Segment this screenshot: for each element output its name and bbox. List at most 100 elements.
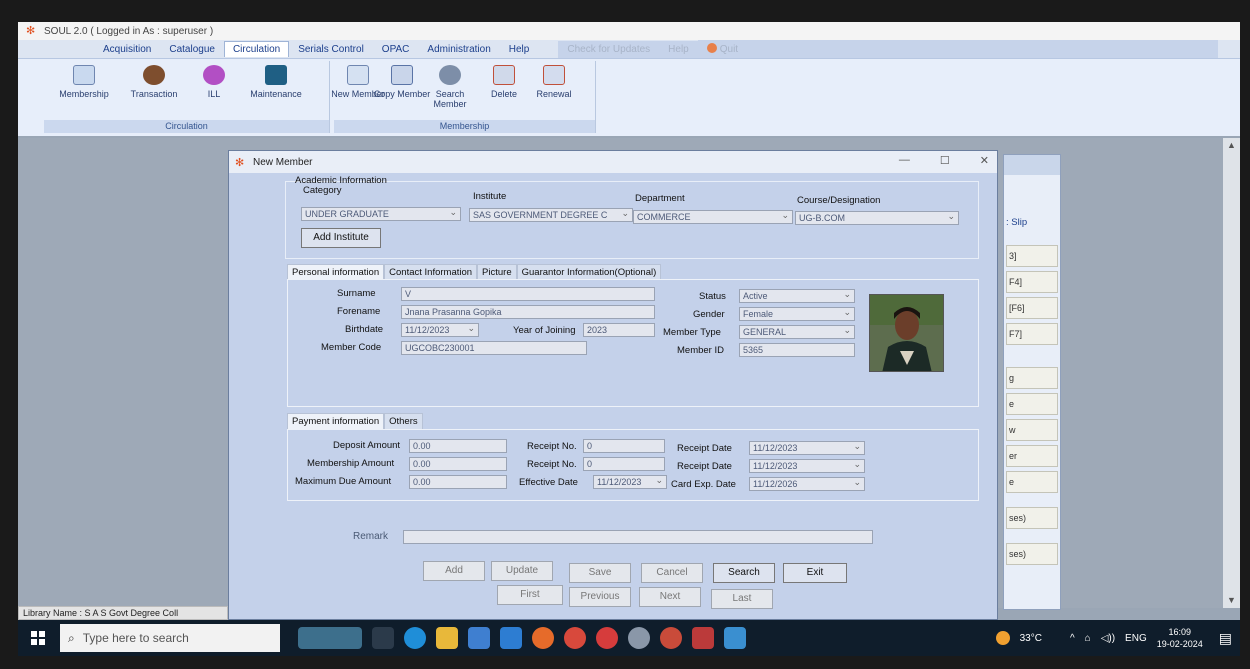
ill-button[interactable]: ILL bbox=[182, 65, 246, 99]
workspace-scrollbar[interactable]: ▲ ▼ bbox=[1223, 138, 1240, 608]
task-view-icon[interactable] bbox=[372, 627, 394, 649]
surname-input[interactable]: V bbox=[401, 287, 655, 301]
membership-amount-input[interactable]: 0.00 bbox=[409, 457, 507, 471]
dialog-minimize-icon[interactable]: — bbox=[899, 154, 910, 167]
menu-circulation[interactable]: Circulation bbox=[223, 41, 290, 57]
chrome-icon[interactable] bbox=[564, 627, 586, 649]
store-icon[interactable] bbox=[468, 627, 490, 649]
max-due-amount-input[interactable]: 0.00 bbox=[409, 475, 507, 489]
receipt-no-input[interactable]: 0 bbox=[583, 439, 665, 453]
next-button[interactable]: Next bbox=[639, 587, 701, 607]
search-icon: ⌕ bbox=[68, 630, 75, 645]
tray-chevron-icon[interactable]: ^ bbox=[1070, 633, 1075, 644]
bg-window-item[interactable]: g bbox=[1006, 367, 1058, 389]
bg-window-item[interactable]: w bbox=[1006, 419, 1058, 441]
taskbar-search-input[interactable]: ⌕ Type here to search bbox=[60, 624, 280, 652]
bg-window-item[interactable]: ses) bbox=[1006, 543, 1058, 565]
receipt-date-picker[interactable]: 11/12/2023 bbox=[749, 441, 865, 455]
status-select[interactable]: Active bbox=[739, 289, 855, 303]
maintenance-button[interactable]: Maintenance bbox=[244, 65, 308, 99]
ribbon: Membership Transaction ILL Maintenance C… bbox=[18, 58, 1240, 136]
membership-button[interactable]: Membership bbox=[52, 65, 116, 99]
tab-picture[interactable]: Picture bbox=[477, 264, 517, 280]
exit-button[interactable]: Exit bbox=[783, 563, 847, 583]
save-button[interactable]: Save bbox=[569, 563, 631, 583]
file-explorer-icon[interactable] bbox=[436, 627, 458, 649]
help-button[interactable]: Help bbox=[659, 40, 698, 58]
photos-icon[interactable] bbox=[724, 627, 746, 649]
chrome-profile-icon[interactable] bbox=[660, 627, 682, 649]
menu-acquisition[interactable]: Acquisition bbox=[94, 41, 160, 58]
scroll-down-icon[interactable]: ▼ bbox=[1223, 593, 1240, 608]
menu-catalogue[interactable]: Catalogue bbox=[160, 41, 224, 58]
tab-others[interactable]: Others bbox=[384, 413, 423, 429]
mail-icon[interactable] bbox=[500, 627, 522, 649]
weather-widget-icon[interactable] bbox=[298, 627, 362, 649]
notification-icon[interactable]: ▤ bbox=[1219, 630, 1232, 647]
settings-icon[interactable] bbox=[628, 627, 650, 649]
soul-app-icon[interactable] bbox=[692, 627, 714, 649]
receipt-no-2-label: Receipt No. bbox=[527, 459, 577, 470]
bg-window-item[interactable]: er bbox=[1006, 445, 1058, 467]
year-of-joining-input[interactable]: 2023 bbox=[583, 323, 655, 337]
bg-window-item[interactable]: e bbox=[1006, 471, 1058, 493]
renewal-button[interactable]: Renewal bbox=[522, 65, 586, 99]
quit-button[interactable]: Quit bbox=[697, 40, 1218, 58]
member-photo-image bbox=[870, 295, 943, 371]
tab-payment-information[interactable]: Payment information bbox=[287, 413, 385, 429]
edge-icon[interactable] bbox=[404, 627, 426, 649]
birthdate-picker[interactable]: 11/12/2023 bbox=[401, 323, 479, 337]
previous-button[interactable]: Previous bbox=[569, 587, 631, 607]
add-button[interactable]: Add bbox=[423, 561, 485, 581]
add-institute-button[interactable]: Add Institute bbox=[301, 228, 381, 248]
taskbar-clock[interactable]: 16:09 19-02-2024 bbox=[1157, 626, 1203, 650]
member-code-input[interactable]: UGCOBC230001 bbox=[401, 341, 587, 355]
transaction-button[interactable]: Transaction bbox=[122, 65, 186, 99]
menu-administration[interactable]: Administration bbox=[418, 41, 499, 58]
bg-window-item[interactable]: F7] bbox=[1006, 323, 1058, 345]
deposit-amount-input[interactable]: 0.00 bbox=[409, 439, 507, 453]
network-icon[interactable]: ⌂ bbox=[1085, 633, 1091, 644]
dialog-maximize-icon[interactable]: ☐ bbox=[940, 154, 950, 167]
member-id-input[interactable]: 5365 bbox=[739, 343, 855, 357]
language-indicator[interactable]: ENG bbox=[1125, 633, 1147, 644]
tab-contact-information[interactable]: Contact Information bbox=[384, 264, 478, 280]
volume-icon[interactable]: ◁)) bbox=[1101, 633, 1115, 644]
gender-select[interactable]: Female bbox=[739, 307, 855, 321]
bg-window-item[interactable]: F4] bbox=[1006, 271, 1058, 293]
menu-serials-control[interactable]: Serials Control bbox=[289, 41, 373, 58]
bg-window-item[interactable]: ses) bbox=[1006, 507, 1058, 529]
bg-window-item[interactable]: 3] bbox=[1006, 245, 1058, 267]
dialog-close-icon[interactable]: ✕ bbox=[980, 154, 989, 167]
bg-window-item[interactable]: e bbox=[1006, 393, 1058, 415]
menu-opac[interactable]: OPAC bbox=[373, 41, 419, 58]
first-button[interactable]: First bbox=[497, 585, 563, 605]
remark-input[interactable] bbox=[403, 530, 873, 544]
update-button[interactable]: Update bbox=[491, 561, 553, 581]
background-window[interactable]: : Slip 3] F4] [F6] F7] g e w er e ses) s… bbox=[1003, 154, 1061, 610]
institute-select[interactable]: SAS GOVERNMENT DEGREE C bbox=[469, 208, 633, 222]
cancel-button[interactable]: Cancel bbox=[641, 563, 703, 583]
forename-input[interactable]: Jnana Prasanna Gopika bbox=[401, 305, 655, 319]
tab-guarantor-information[interactable]: Guarantor Information(Optional) bbox=[516, 264, 662, 280]
search-button[interactable]: Search bbox=[713, 563, 775, 583]
bg-window-item[interactable]: [F6] bbox=[1006, 297, 1058, 319]
course-select[interactable]: UG-B.COM bbox=[795, 211, 959, 225]
check-updates-button[interactable]: Check for Updates bbox=[558, 40, 660, 58]
search-placeholder: Type here to search bbox=[82, 631, 189, 645]
last-button[interactable]: Last bbox=[711, 589, 773, 609]
member-code-label: Member Code bbox=[321, 342, 382, 353]
member-type-select[interactable]: GENERAL bbox=[739, 325, 855, 339]
receipt-date-2-picker[interactable]: 11/12/2023 bbox=[749, 459, 865, 473]
windows-start-icon[interactable] bbox=[24, 624, 52, 652]
card-exp-date-picker[interactable]: 11/12/2026 bbox=[749, 477, 865, 491]
menu-help[interactable]: Help bbox=[500, 41, 539, 58]
tab-personal-information[interactable]: Personal information bbox=[287, 264, 385, 280]
firefox-icon[interactable] bbox=[532, 627, 554, 649]
office-icon[interactable] bbox=[596, 627, 618, 649]
scroll-up-icon[interactable]: ▲ bbox=[1223, 138, 1240, 153]
department-select[interactable]: COMMERCE bbox=[633, 210, 793, 224]
category-select[interactable]: UNDER GRADUATE bbox=[301, 207, 461, 221]
receipt-no-2-input[interactable]: 0 bbox=[583, 457, 665, 471]
effective-date-picker[interactable]: 11/12/2023 bbox=[593, 475, 667, 489]
